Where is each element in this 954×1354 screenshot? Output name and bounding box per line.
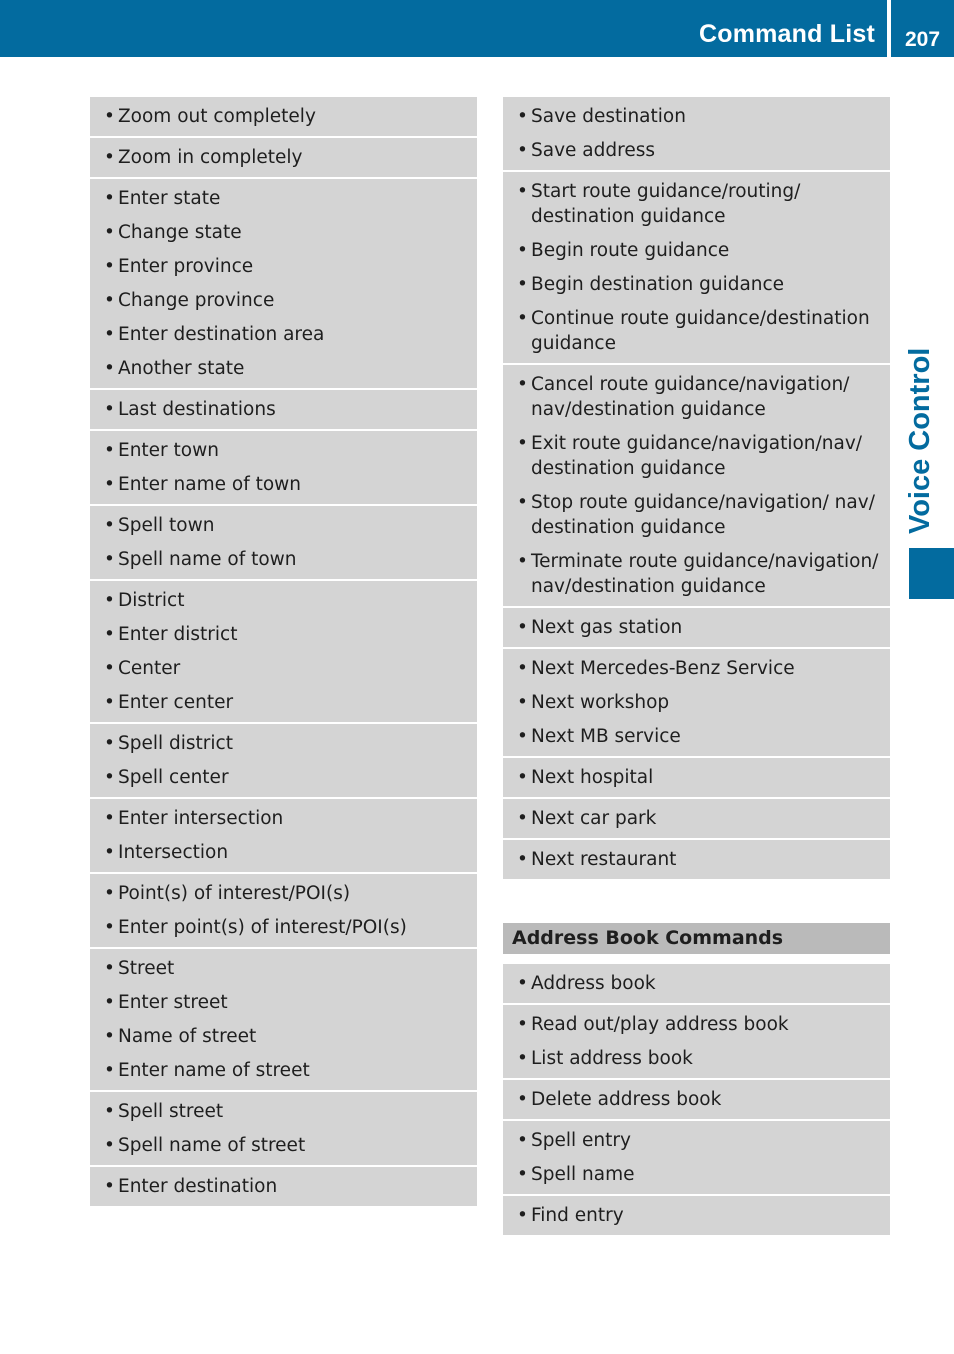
command-item: Next restaurant — [503, 847, 890, 872]
command-item: District — [90, 588, 477, 613]
right-command-table: Save destination Save address Start route … — [503, 97, 890, 1237]
command-item: Spell name of street — [90, 1133, 477, 1158]
command-group: Next hospital — [503, 758, 890, 797]
command-item: List address book — [503, 1046, 890, 1071]
command-item: Street — [90, 956, 477, 981]
command-item: Enter state — [90, 186, 477, 211]
left-command-table: Zoom out completely Zoom in completely Ent… — [90, 97, 477, 1208]
command-item: Save address — [503, 138, 890, 163]
command-item: Next workshop — [503, 690, 890, 715]
command-item: Enter district — [90, 622, 477, 647]
section-heading: Address Book Commands — [503, 923, 890, 954]
command-group: Point(s) of interest/POI(s) Enter point(s… — [90, 874, 477, 947]
command-group: District Enter district Center Enter center — [90, 581, 477, 722]
command-group: Address book — [503, 964, 890, 1003]
command-item: Enter destination — [90, 1174, 477, 1199]
command-group: Next gas station — [503, 608, 890, 647]
command-item: Spell town — [90, 513, 477, 538]
chapter-tab-marker — [909, 548, 954, 599]
command-group: Enter state Change state Enter province Cha… — [90, 179, 477, 388]
command-item: Zoom in completely — [90, 145, 477, 170]
command-item: Spell name — [503, 1162, 890, 1187]
command-item: Exit route guidance/navigation/nav/ dest… — [503, 431, 890, 481]
command-item: Start route guidance/routing/ destinatio… — [503, 179, 890, 229]
command-group: Zoom out completely — [90, 97, 477, 136]
command-item: Another state — [90, 356, 477, 381]
command-group: Save destination Save address — [503, 97, 890, 170]
command-item: Begin route guidance — [503, 238, 890, 263]
command-item: Change province — [90, 288, 477, 313]
command-group: Enter destination — [90, 1167, 477, 1206]
command-group: Cancel route guidance/navigation/ nav/de… — [503, 365, 890, 606]
command-item: Enter intersection — [90, 806, 477, 831]
command-group: Find entry — [503, 1196, 890, 1235]
command-item: Spell center — [90, 765, 477, 790]
command-group: Spell town Spell name of town — [90, 506, 477, 579]
command-item: Continue route guidance/destination guid… — [503, 306, 890, 356]
command-item: Stop route guidance/navigation/ nav/ des… — [503, 490, 890, 540]
command-item: Next Mercedes-Benz Service — [503, 656, 890, 681]
command-item: Enter destination area — [90, 322, 477, 347]
command-group: Spell entry Spell name — [503, 1121, 890, 1194]
command-item: Address book — [503, 971, 890, 996]
command-item: Enter street — [90, 990, 477, 1015]
command-item: Spell entry — [503, 1128, 890, 1153]
command-item: Save destination — [503, 104, 890, 129]
command-item: Next hospital — [503, 765, 890, 790]
command-group: Spell street Spell name of street — [90, 1092, 477, 1165]
command-item: Delete address book — [503, 1087, 890, 1112]
command-item: Next MB service — [503, 724, 890, 749]
command-item: Last destinations — [90, 397, 477, 422]
command-item: Enter center — [90, 690, 477, 715]
command-item: Begin destination guidance — [503, 272, 890, 297]
command-item: Next car park — [503, 806, 890, 831]
command-group: Next Mercedes-Benz Service Next workshop N… — [503, 649, 890, 756]
command-group: Next restaurant — [503, 840, 890, 879]
command-item: Enter name of street — [90, 1058, 477, 1083]
command-group: Next car park — [503, 799, 890, 838]
command-group: Read out/play address book List address b… — [503, 1005, 890, 1078]
command-item: Spell district — [90, 731, 477, 756]
command-item: Read out/play address book — [503, 1012, 890, 1037]
command-item: Terminate route guidance/navigation/ nav… — [503, 549, 890, 599]
command-group: Zoom in completely — [90, 138, 477, 177]
command-item: Center — [90, 656, 477, 681]
command-group: Street Enter street Name of street Enter na… — [90, 949, 477, 1090]
command-group: Delete address book — [503, 1080, 890, 1119]
command-item: Enter town — [90, 438, 477, 463]
command-group: Enter intersection Intersection — [90, 799, 477, 872]
page-title: Command List — [698, 20, 875, 48]
chapter-tab-label: Voice Control — [904, 347, 936, 534]
command-item: Enter name of town — [90, 472, 477, 497]
command-item: Intersection — [90, 840, 477, 865]
command-group: Enter town Enter name of town — [90, 431, 477, 504]
command-item: Point(s) of interest/POI(s) — [90, 881, 477, 906]
command-item: Zoom out completely — [90, 104, 477, 129]
command-item: Cancel route guidance/navigation/ nav/de… — [503, 372, 890, 422]
command-group: Last destinations — [90, 390, 477, 429]
command-group: Spell district Spell center — [90, 724, 477, 797]
command-item: Spell name of town — [90, 547, 477, 572]
command-item: Name of street — [90, 1024, 477, 1049]
command-group: Start route guidance/routing/ destinatio… — [503, 172, 890, 363]
command-item: Spell street — [90, 1099, 477, 1124]
command-item: Next gas station — [503, 615, 890, 640]
command-item: Change state — [90, 220, 477, 245]
command-item: Find entry — [503, 1203, 890, 1228]
command-item: Enter point(s) of interest/POI(s) — [90, 915, 477, 940]
page-number: 207 — [904, 28, 941, 51]
command-item: Enter province — [90, 254, 477, 279]
